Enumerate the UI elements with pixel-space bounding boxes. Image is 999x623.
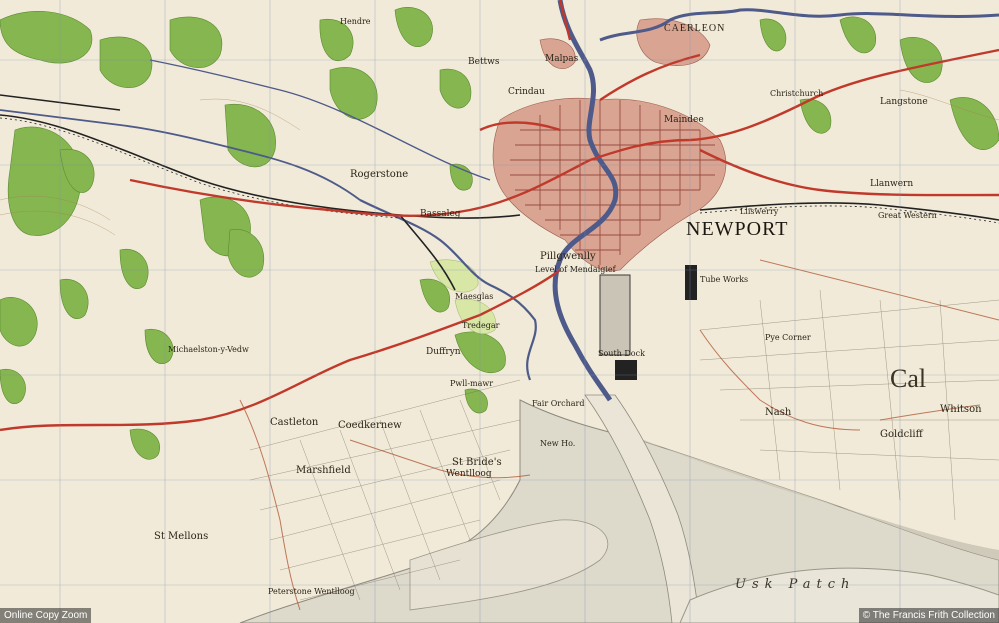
- label-new-house: New Ho.: [540, 439, 576, 448]
- label-castleton: Castleton: [270, 417, 319, 428]
- label-level-of-mendalgief: Level of Mendalgief: [535, 265, 616, 274]
- label-great-western: Great Western: [878, 211, 937, 220]
- label-wentlloog: Wentlloog: [446, 469, 492, 479]
- label-st-brides: St Bride's: [452, 457, 502, 468]
- map-base-layer: [0, 0, 999, 623]
- label-coedkernew: Coedkernew: [338, 420, 402, 431]
- label-michaelston-y-vedw: Michaelston-y-Vedw: [168, 345, 249, 354]
- label-langstone: Langstone: [880, 97, 928, 107]
- label-crindau: Crindau: [508, 87, 545, 97]
- label-bassaleg: Bassaleg: [420, 209, 461, 219]
- label-whitson: Whitson: [940, 404, 982, 415]
- label-malpas: Malpas: [545, 54, 579, 64]
- label-caldicot-level: Cal: [890, 364, 927, 393]
- map-canvas[interactable]: NEWPORT CAERLEON Pillgwenlly Rogerstone …: [0, 0, 999, 623]
- label-fair-orchard: Fair Orchard: [532, 399, 585, 408]
- label-duffryn: Duffryn: [426, 347, 461, 357]
- label-nash: Nash: [765, 407, 792, 418]
- label-tredegar: Tredegar: [462, 321, 500, 330]
- label-pwll-mawr: Pwll-mawr: [450, 379, 494, 388]
- label-south-dock: South Dock: [598, 349, 645, 358]
- label-tube-works: Tube Works: [700, 275, 749, 284]
- label-caerleon: CAERLEON: [664, 23, 726, 34]
- footer-copyright: © The Francis Frith Collection: [858, 608, 999, 623]
- label-maindee: Maindee: [664, 115, 704, 125]
- footer-online-copy: Online Copy Zoom: [0, 608, 92, 623]
- label-christchurch: Christchurch: [770, 89, 824, 98]
- label-pillgwenlly: Pillgwenlly: [540, 251, 596, 262]
- label-llanwern: Llanwern: [870, 179, 914, 189]
- label-hendre: Hendre: [340, 17, 371, 26]
- label-goldcliff: Goldcliff: [880, 429, 923, 440]
- label-st-mellons: St Mellons: [154, 531, 209, 542]
- label-lliswerry: Lliswerry: [740, 207, 779, 216]
- label-maesglas: Maesglas: [455, 292, 494, 301]
- label-marshfield: Marshfield: [296, 465, 351, 476]
- label-pye-corner: Pye Corner: [765, 333, 811, 342]
- label-peterstone: Peterstone Wentlloog: [268, 587, 355, 596]
- label-usk-patch: Usk Patch: [735, 577, 856, 592]
- label-newport: NEWPORT: [686, 218, 789, 240]
- label-bettws: Bettws: [468, 57, 500, 67]
- label-rogerstone: Rogerstone: [350, 169, 409, 180]
